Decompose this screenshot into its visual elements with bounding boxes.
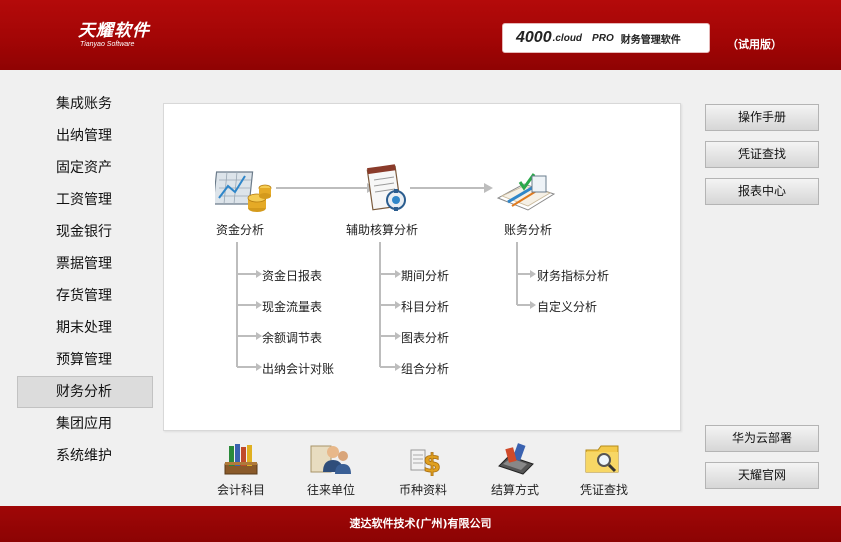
accounts-analysis-icon[interactable] (494, 168, 558, 220)
operation-manual-button[interactable]: 操作手册 (705, 104, 819, 131)
tool-label-contact-units: 往来单位 (306, 483, 355, 497)
logo-main-text: 天耀软件 (78, 21, 150, 41)
tool-label-accounting-subjects: 会计科目 (216, 483, 265, 497)
tool-label-settlement-methods: 结算方式 (490, 483, 539, 497)
product-name: 财务管理软件 (620, 34, 681, 46)
nav-item-financial-analysis[interactable]: 财务分析 (17, 376, 153, 408)
voucher-search-button[interactable]: 凭证查找 (705, 141, 819, 168)
auxiliary-accounting-icon[interactable] (364, 162, 412, 220)
module-fund-analysis[interactable]: 资金分析 (216, 221, 264, 238)
balance-reconciliation[interactable]: 余额调节表 (262, 329, 322, 346)
period-analysis[interactable]: 期间分析 (401, 267, 449, 284)
svg-text:$: $ (423, 449, 441, 476)
tianyao-website-button[interactable]: 天耀官网 (705, 462, 819, 489)
nav-item-inventory[interactable]: 存货管理 (17, 280, 153, 312)
tool-contact-units[interactable]: 往来单位 (296, 442, 366, 498)
tool-settlement-methods[interactable]: 结算方式 (480, 442, 550, 498)
tool-currency-data[interactable]: $ 币种资料 (388, 442, 458, 498)
left-nav: 集成账务 出纳管理 固定资产 工资管理 现金银行 票据管理 存货管理 期末处理 … (17, 88, 153, 472)
nav-item-group-apps[interactable]: 集团应用 (17, 408, 153, 440)
tool-label-currency-data: 币种资料 (398, 483, 447, 497)
contacts-people-icon (310, 445, 351, 474)
nav-item-cash-bank[interactable]: 现金银行 (17, 216, 153, 248)
custom-analysis[interactable]: 自定义分析 (537, 298, 597, 315)
analysis-flow-panel: 资金分析 辅助核算分析 账务分析 资金日报表 现金流量表 余额调节表 出纳会计对… (163, 103, 681, 431)
nav-item-period-end[interactable]: 期末处理 (17, 312, 153, 344)
trial-badge: （试用版） (727, 38, 782, 51)
folder-search-icon (585, 445, 619, 473)
fund-daily-report[interactable]: 资金日报表 (262, 267, 322, 284)
tool-label-voucher-search: 凭证查找 (579, 483, 628, 497)
cashier-accountant-reconcile[interactable]: 出纳会计对账 (262, 360, 334, 377)
fund-analysis-icon[interactable] (212, 168, 273, 220)
company-footer: 速达软件技术(广州)有限公司 (0, 506, 841, 542)
tool-voucher-search[interactable]: 凭证查找 (569, 442, 639, 498)
nav-item-fixed-assets[interactable]: 固定资产 (17, 152, 153, 184)
product-cloud: .cloud (552, 32, 583, 44)
ledger-books-icon (224, 444, 258, 475)
pos-terminal-icon (498, 443, 534, 475)
combination-analysis[interactable]: 组合分析 (401, 360, 449, 377)
nav-item-notes[interactable]: 票据管理 (17, 248, 153, 280)
product-title-box: 4000 .cloud PRO 财务管理软件 (502, 23, 710, 53)
tool-accounting-subjects[interactable]: 会计科目 (206, 442, 276, 498)
cash-flow-statement[interactable]: 现金流量表 (262, 298, 322, 315)
currency-icon: $ (410, 449, 441, 476)
nav-item-budget[interactable]: 预算管理 (17, 344, 153, 376)
report-center-button[interactable]: 报表中心 (705, 178, 819, 205)
huawei-cloud-deploy-button[interactable]: 华为云部署 (705, 425, 819, 452)
app-header: 天耀软件 Tianyao Software 4000 .cloud PRO 财务… (0, 0, 841, 70)
financial-indicator-analysis[interactable]: 财务指标分析 (537, 267, 609, 284)
nav-item-cashier[interactable]: 出纳管理 (17, 120, 153, 152)
nav-item-integrated-accounts[interactable]: 集成账务 (17, 88, 153, 120)
product-brand: 4000 (516, 29, 552, 46)
nav-item-system-maintenance[interactable]: 系统维护 (17, 440, 153, 472)
tianyao-logo: 天耀软件 Tianyao Software (78, 22, 150, 49)
subject-analysis[interactable]: 科目分析 (401, 298, 449, 315)
chart-analysis[interactable]: 图表分析 (401, 329, 449, 346)
product-edition: PRO (592, 32, 614, 44)
nav-item-payroll[interactable]: 工资管理 (17, 184, 153, 216)
module-accounts-analysis[interactable]: 账务分析 (504, 221, 552, 238)
logo-sub-text: Tianyao Software (80, 41, 135, 48)
module-auxiliary-analysis[interactable]: 辅助核算分析 (346, 221, 418, 238)
